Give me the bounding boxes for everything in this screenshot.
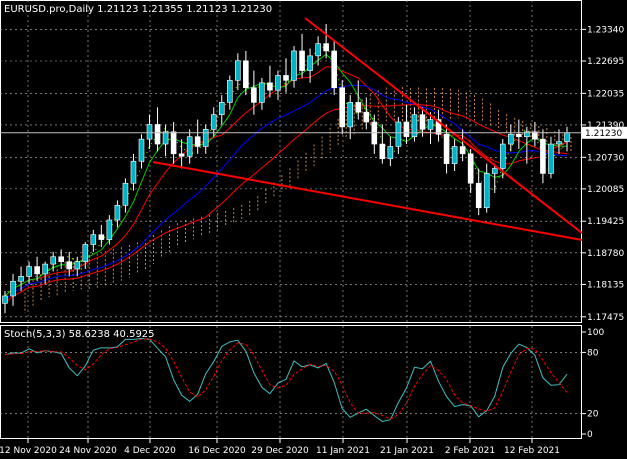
chart-window[interactable]: EURUSD.pro,Daily 1.21123 1.21355 1.21123… [0, 0, 627, 459]
candle-bear[interactable] [339, 87, 346, 128]
candle-bear[interactable] [267, 82, 273, 91]
candle-bear[interactable] [331, 50, 337, 89]
candle-bull[interactable] [210, 114, 217, 130]
candle-bull[interactable] [387, 146, 394, 160]
candle-bear[interactable] [516, 133, 522, 137]
candle-bull[interactable] [90, 234, 97, 245]
candle-bear[interactable] [170, 131, 177, 155]
candle-bull[interactable] [122, 182, 129, 206]
candle-bear[interactable] [34, 266, 40, 275]
candle-bull[interactable] [82, 244, 89, 262]
candle-bull[interactable] [74, 261, 81, 270]
stoch-header: Stoch(5,3,3) 58.6238 40.5925 [4, 329, 155, 340]
candle-bear[interactable] [540, 138, 546, 174]
candle-bull[interactable] [50, 256, 56, 265]
candle-bull[interactable] [130, 160, 137, 184]
candle-bull[interactable] [451, 146, 458, 164]
price-tick-label: 1.22035 [587, 89, 624, 99]
price-tick-label: 1.18135 [587, 280, 624, 290]
candle-bull[interactable] [499, 143, 506, 169]
candle-bear[interactable] [443, 133, 450, 164]
stoch-tick-label: 20 [587, 410, 599, 420]
stoch-tick-label: 100 [587, 328, 604, 338]
price-tick-label: 1.20085 [587, 185, 624, 195]
candle-bear[interactable] [243, 60, 249, 89]
candle-bull[interactable] [548, 143, 554, 174]
time-tick-label: 21 Jan 2021 [380, 446, 434, 456]
candle-bull[interactable] [18, 276, 24, 282]
candle-bull[interactable] [2, 295, 8, 304]
candle-bull[interactable] [483, 173, 490, 209]
candle-bull[interactable] [491, 168, 498, 174]
time-tick-label: 12 Feb 2021 [504, 446, 560, 456]
candle-bull[interactable] [114, 205, 121, 221]
chart-background [0, 0, 627, 459]
candle-bear[interactable] [403, 121, 410, 137]
candle-bull[interactable] [138, 138, 145, 162]
current-price-tag: 1.21230 [582, 126, 627, 139]
candle-bull[interactable] [411, 114, 418, 138]
candle-bull[interactable] [307, 55, 313, 71]
candle-bull[interactable] [275, 75, 281, 91]
candle-bull[interactable] [291, 50, 297, 81]
candle-bear[interactable] [251, 87, 257, 103]
candle-bear[interactable] [66, 261, 73, 270]
time-tick-label: 2 Feb 2021 [445, 446, 495, 456]
price-tick-label: 1.22695 [587, 57, 624, 67]
price-tick-label: 1.18780 [587, 249, 624, 259]
time-tick-label: 12 Nov 2020 [0, 446, 57, 456]
candle-bull[interactable] [186, 136, 193, 157]
candle-bull[interactable] [162, 131, 169, 145]
time-tick-label: 4 Dec 2020 [124, 446, 176, 456]
candle-bear[interactable] [379, 143, 386, 160]
candle-bear[interactable] [459, 146, 466, 155]
time-tick-label: 16 Dec 2020 [188, 446, 246, 456]
price-tick-label: 1.23340 [587, 25, 624, 35]
candle-bull[interactable] [106, 219, 113, 240]
candle-bull[interactable] [347, 102, 354, 128]
candle-bear[interactable] [178, 153, 185, 157]
price-tick-label: 1.20730 [587, 153, 624, 163]
candle-bull[interactable] [146, 124, 153, 140]
candle-bear[interactable] [323, 43, 329, 52]
time-tick-label: 11 Jan 2021 [316, 446, 370, 456]
candle-bull[interactable] [395, 121, 402, 147]
candle-bear[interactable] [194, 136, 201, 147]
candle-bear[interactable] [467, 153, 474, 184]
candle-bear[interactable] [98, 234, 105, 240]
candle-bear[interactable] [475, 182, 482, 209]
candle-bear[interactable] [154, 124, 161, 145]
candle-bull[interactable] [427, 119, 434, 130]
candle-bear[interactable] [419, 114, 426, 130]
candle-bull[interactable] [42, 263, 48, 275]
candle-bull[interactable] [218, 102, 225, 115]
candle-bull[interactable] [259, 82, 265, 103]
candle-bear[interactable] [299, 50, 305, 71]
candle-bear[interactable] [355, 102, 362, 113]
candle-bull[interactable] [10, 280, 16, 297]
candle-bull[interactable] [315, 43, 321, 57]
candle-bull[interactable] [564, 132, 570, 142]
price-tick-label: 1.17475 [587, 313, 624, 323]
candle-bear[interactable] [363, 111, 370, 123]
main-chart-header: EURUSD.pro,Daily 1.21123 1.21355 1.21123… [4, 4, 272, 15]
candle-bull[interactable] [556, 141, 562, 145]
stoch-tick-label: 0 [587, 430, 593, 440]
current-price-label: 1.21230 [585, 129, 622, 139]
candle-bull[interactable] [235, 60, 241, 81]
time-tick-label: 24 Nov 2020 [59, 446, 117, 456]
candle-bull[interactable] [507, 133, 514, 145]
price-tick-label: 1.19425 [587, 217, 624, 227]
candle-bull[interactable] [202, 129, 209, 147]
candle-bear[interactable] [58, 256, 65, 262]
time-tick-label: 29 Dec 2020 [251, 446, 309, 456]
candle-bear[interactable] [283, 75, 289, 81]
candle-bull[interactable] [227, 80, 233, 103]
stoch-tick-label: 80 [587, 348, 599, 358]
candle-bull[interactable] [26, 266, 32, 277]
